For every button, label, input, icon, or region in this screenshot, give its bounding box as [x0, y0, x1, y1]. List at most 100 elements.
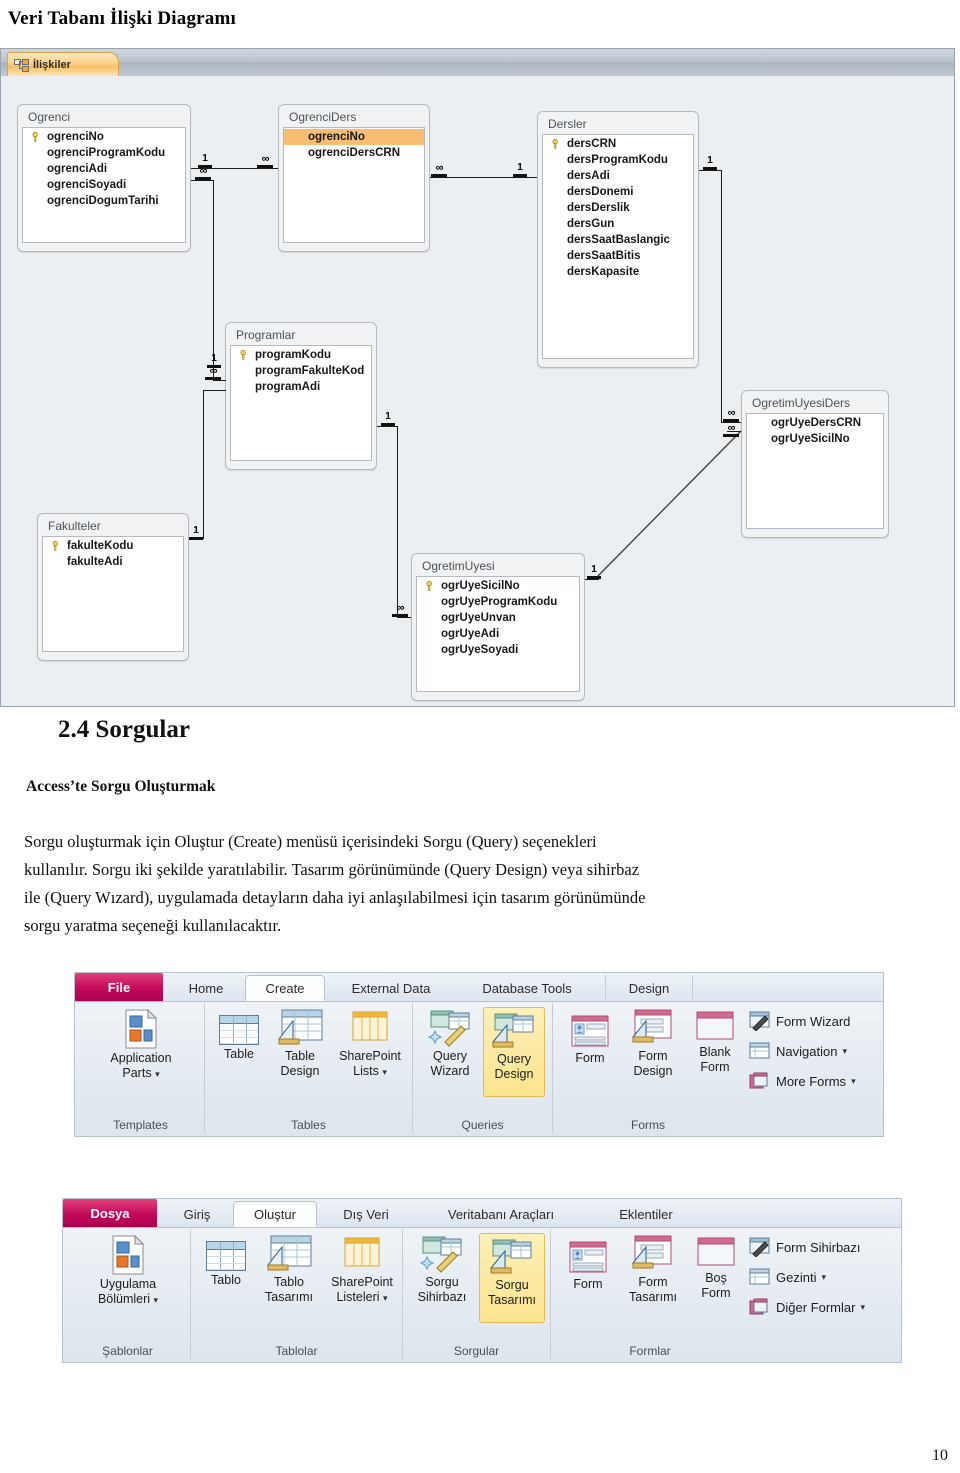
er-field[interactable]: ogrenciDogumTarihi: [23, 193, 185, 209]
diger-formlar-button[interactable]: Diğer Formlar ▾: [749, 1297, 865, 1317]
relationships-canvas[interactable]: Ogrenci ogrenciNo ogrenciProgramKodu ogr…: [1, 76, 954, 706]
table-design-button[interactable]: Table Design: [269, 1009, 331, 1079]
cardinality-many: ∞: [392, 603, 408, 617]
uygulama-bolumleri-button[interactable]: Uygulama Bölümleri ▾: [69, 1235, 187, 1308]
chevron-down-icon[interactable]: ▾: [821, 1272, 826, 1283]
er-field[interactable]: ogrUyeSoyadi: [417, 642, 579, 658]
ribbon-group-sorgular: Sorgu Sihirbazı Sorgu Tasarımı Sorgular: [403, 1229, 551, 1359]
tab-create[interactable]: Create: [245, 975, 325, 1001]
tab-giris[interactable]: Giriş: [163, 1201, 231, 1227]
sharepoint-lists-button[interactable]: SharePoint Lists ▾: [331, 1009, 409, 1080]
tab-dosya[interactable]: Dosya: [63, 1199, 157, 1227]
form-tasarimi-button[interactable]: Form Tasarımı: [619, 1235, 687, 1305]
er-field[interactable]: ogrenciNo: [23, 129, 185, 145]
table-button[interactable]: Table: [211, 1015, 267, 1062]
application-parts-button[interactable]: Application Parts ▾: [83, 1009, 199, 1082]
ribbon-turkish: Dosya Giriş Oluştur Dış Veri Veritabanı …: [62, 1198, 902, 1363]
tablo-tasarimi-button[interactable]: Tablo Tasarımı: [255, 1235, 323, 1305]
relationship-line-programlar-ogretimuyesi-b[interactable]: [397, 617, 411, 618]
er-table-ogretimuyesiders[interactable]: OgretimUyesiDers ogrUyeDersCRN ogrUyeSic…: [741, 390, 889, 538]
er-field[interactable]: ogrUyeAdi: [417, 626, 579, 642]
tab-eklentiler[interactable]: Eklentiler: [591, 1201, 701, 1227]
page-title: Veri Tabanı İlişki Diagramı: [8, 8, 237, 29]
relationship-line-ogrenciders-dersler[interactable]: [430, 177, 537, 178]
chevron-down-icon[interactable]: ▾: [851, 1076, 856, 1087]
query-design-button[interactable]: Query Design: [483, 1007, 545, 1097]
chevron-down-icon[interactable]: ▾: [383, 1293, 388, 1303]
relationship-line-fakulteler-programlar-b[interactable]: [203, 390, 226, 391]
er-field[interactable]: dersProgramKodu: [543, 152, 693, 168]
sorgu-sihirbazi-button[interactable]: Sorgu Sihirbazı: [407, 1235, 477, 1305]
er-field[interactable]: fakulteAdi: [43, 554, 183, 570]
relationship-line-programlar-ogretimuyesi-a[interactable]: [377, 426, 397, 427]
er-field[interactable]: ogrUyeProgramKodu: [417, 594, 579, 610]
er-table-dersler[interactable]: Dersler dersCRN dersProgramKodu dersAdi …: [537, 111, 699, 368]
er-field[interactable]: ogrenciSoyadi: [23, 177, 185, 193]
bos-form-button[interactable]: Boş Form: [689, 1235, 743, 1301]
er-field[interactable]: ogrUyeUnvan: [417, 610, 579, 626]
tablo-button[interactable]: Tablo: [197, 1241, 255, 1288]
gezinti-button[interactable]: Gezinti ▾: [749, 1267, 826, 1287]
er-field[interactable]: ogrUyeDersCRN: [747, 415, 883, 431]
tab-olustur[interactable]: Oluştur: [233, 1201, 317, 1227]
er-table-programlar[interactable]: Programlar programKodu programFakulteKod…: [225, 322, 377, 470]
er-field[interactable]: ogrenciAdi: [23, 161, 185, 177]
er-field[interactable]: programKodu: [231, 347, 371, 363]
relationship-line-programlar-ogretimuyesi[interactable]: [397, 426, 398, 617]
relationship-line-dersler-ogretimuyesiders-a[interactable]: [699, 170, 721, 171]
er-table-fakulteler[interactable]: Fakulteler fakulteKodu fakulteAdi: [37, 513, 189, 661]
tab-design[interactable]: Design: [605, 975, 693, 1001]
er-field[interactable]: ogrenciProgramKodu: [23, 145, 185, 161]
er-field[interactable]: fakulteKodu: [43, 538, 183, 554]
form-wizard-button[interactable]: Form Wizard: [749, 1011, 850, 1031]
sharepoint-listeleri-button[interactable]: SharePoint Listeleri ▾: [323, 1235, 401, 1306]
tab-home[interactable]: Home: [169, 975, 243, 1001]
relationship-line-fakulteler-programlar[interactable]: [203, 390, 204, 539]
er-field[interactable]: dersKapasite: [543, 264, 693, 280]
more-forms-button[interactable]: More Forms ▾: [749, 1071, 856, 1091]
chevron-down-icon[interactable]: ▾: [154, 1295, 159, 1305]
query-wizard-button[interactable]: Query Wizard: [419, 1009, 481, 1079]
tab-file[interactable]: File: [75, 973, 163, 1001]
relationship-line-programlar-ogrenci-a[interactable]: [191, 180, 214, 181]
navigation-button[interactable]: Navigation ▾: [749, 1041, 847, 1061]
er-field-label: ogrenciNo: [308, 131, 365, 143]
form-button-tr[interactable]: Form: [559, 1241, 617, 1292]
blank-form-button[interactable]: Blank Form: [687, 1009, 743, 1075]
tab-iliskiler[interactable]: İlişkiler: [7, 52, 119, 77]
tab-external-data[interactable]: External Data: [329, 975, 453, 1001]
relationship-line-dersler-ogretimuyesiders[interactable]: [721, 170, 722, 422]
er-field[interactable]: ogrUyeSicilNo: [747, 431, 883, 447]
er-field[interactable]: ogrUyeSicilNo: [417, 578, 579, 594]
form-sihirbazi-button[interactable]: Form Sihirbazı: [749, 1237, 861, 1257]
cardinality-many: ∞: [723, 423, 739, 437]
form-button[interactable]: Form: [561, 1015, 619, 1066]
er-table-ogrenci[interactable]: Ogrenci ogrenciNo ogrenciProgramKodu ogr…: [17, 104, 191, 252]
group-label-sorgular: Sorgular: [453, 1344, 500, 1358]
tab-database-tools[interactable]: Database Tools: [457, 975, 597, 1001]
er-field[interactable]: dersSaatBaslangic: [543, 232, 693, 248]
er-field[interactable]: dersGun: [543, 216, 693, 232]
er-table-ogretimuyesi[interactable]: OgretimUyesi ogrUyeSicilNo ogrUyeProgram…: [411, 553, 585, 701]
er-field[interactable]: ogrenciDersCRN: [284, 145, 424, 161]
er-field[interactable]: dersDerslik: [543, 200, 693, 216]
er-field[interactable]: programFakulteKod: [231, 363, 371, 379]
chevron-down-icon[interactable]: ▾: [382, 1067, 387, 1077]
tab-veritabani-araclari[interactable]: Veritabanı Araçları: [415, 1201, 587, 1227]
chevron-down-icon[interactable]: ▾: [860, 1302, 865, 1313]
er-field-selected[interactable]: ogrenciNo: [284, 129, 424, 145]
er-field[interactable]: dersSaatBitis: [543, 248, 693, 264]
tab-dis-veri[interactable]: Dış Veri: [321, 1201, 411, 1227]
er-field[interactable]: dersCRN: [543, 136, 693, 152]
form-design-button[interactable]: Form Design: [621, 1009, 685, 1079]
er-field[interactable]: dersDonemi: [543, 184, 693, 200]
chevron-down-icon[interactable]: ▾: [155, 1069, 160, 1079]
er-field[interactable]: programAdi: [231, 379, 371, 395]
relationship-line-ogretimuyesi-ogretimuyesiders[interactable]: [585, 424, 745, 584]
er-field[interactable]: dersAdi: [543, 168, 693, 184]
relationship-line-programlar-ogrenci-b[interactable]: [213, 380, 226, 381]
chevron-down-icon[interactable]: ▾: [842, 1046, 847, 1057]
sorgu-tasarimi-button[interactable]: Sorgu Tasarımı: [479, 1233, 545, 1323]
er-table-ogrenciders[interactable]: OgrenciDers ogrenciNo ogrenciDersCRN: [278, 104, 430, 252]
relationship-line-programlar-ogrenci[interactable]: [213, 180, 214, 380]
